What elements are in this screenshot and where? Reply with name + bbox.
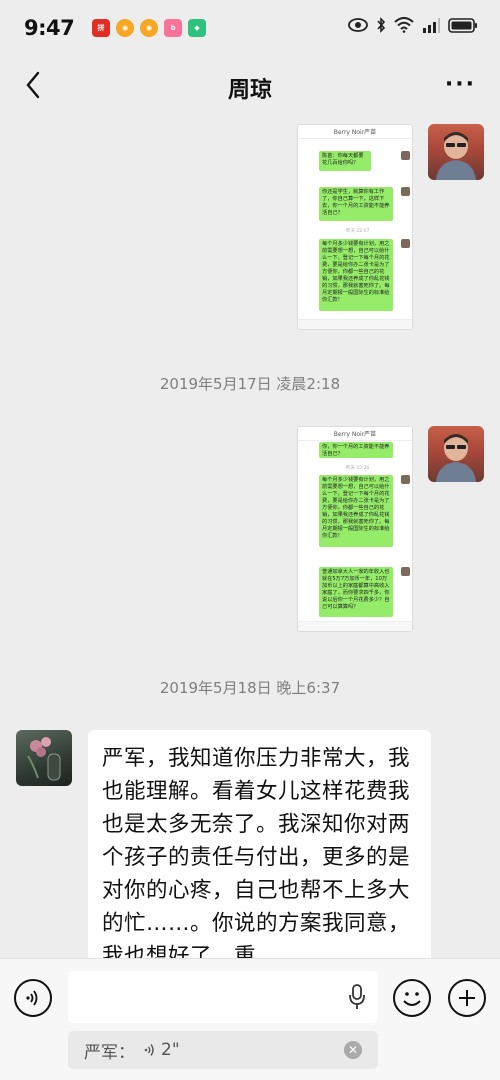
quoted-message[interactable]: 严军： 2" ✕ xyxy=(68,1031,378,1069)
smiley-icon xyxy=(403,992,421,1006)
message-input[interactable] xyxy=(68,971,378,1023)
emoji-button[interactable] xyxy=(393,979,431,1017)
screenshot-input-bar xyxy=(298,319,412,329)
quote-duration: 2" xyxy=(161,1040,180,1060)
person-photo xyxy=(436,434,476,482)
plus-icon xyxy=(459,990,475,1006)
system-status-icons xyxy=(348,17,478,33)
more-options-button[interactable]: ··· xyxy=(445,72,476,97)
avatar-self[interactable] xyxy=(428,124,484,180)
mini-avatar xyxy=(401,239,410,248)
image-message-screenshot-1[interactable]: Berry Noir严苗 陈苗：你每天都要花几百给你吗？ 你还是学生，就算你有工… xyxy=(297,124,413,330)
flowers-photo xyxy=(27,737,61,781)
status-bar: 9:47 拼 ◉ ◉ b ◆ xyxy=(0,0,500,58)
mini-avatar xyxy=(401,475,410,484)
screenshot-bubble: 每个月多少钱要有计划，用之前需要想一想，自己可以给什么一下，登记一下每个月的花费… xyxy=(319,239,393,311)
mini-avatar xyxy=(401,187,410,196)
green-app-icon: ◆ xyxy=(188,19,206,37)
voice-wave-icon xyxy=(143,1043,157,1057)
battery-icon xyxy=(448,17,478,33)
eye-icon xyxy=(348,18,368,32)
screenshot-time: 昨天 22:07 xyxy=(346,229,370,234)
message-text: 严军，我知道你压力非常大，我也能理解。看着女儿这样花费我也是太多无奈了。我深知你… xyxy=(102,746,411,969)
mini-avatar xyxy=(401,151,410,160)
screenshot-bubble: 你，你一个月的工资能不能养活自己？ xyxy=(319,442,393,458)
more-functions-button[interactable] xyxy=(448,979,486,1017)
bluetooth-icon xyxy=(376,17,386,33)
chat-title: 周琼 xyxy=(227,78,272,103)
screenshot-input-bar xyxy=(298,621,412,631)
screenshot-bubble: 你还是学生，就算你有工作了，你自己算一下，这样下去，你一个月的工资能不能养活自己… xyxy=(319,187,393,221)
input-bar: 严军： 2" ✕ xyxy=(0,958,500,1080)
notification-app-icons: 拼 ◉ ◉ b ◆ xyxy=(92,19,206,37)
person-photo xyxy=(436,132,476,180)
screenshot-bubble: 陈苗：你每天都要花几百给你吗？ xyxy=(319,151,371,171)
signal-icon xyxy=(422,17,440,33)
pinduoduo-app-icon: 拼 xyxy=(92,19,110,37)
text-message-bubble[interactable]: 严军，我知道你压力非常大，我也能理解。看着女儿这样花费我也是太多无奈了。我深知你… xyxy=(88,730,431,970)
screenshot-bubble: 普通加拿大人一家的年收入也就在5万7万加币一年，10万加币以上的家庭都算中高收入… xyxy=(319,567,393,617)
chat-header: 周琼 ··· xyxy=(0,58,500,114)
screenshot-app-title: Berry Noir严苗 xyxy=(298,427,412,441)
screenshot-app-title: Berry Noir严苗 xyxy=(298,125,412,139)
microphone-icon[interactable] xyxy=(348,983,366,1015)
bilibili-app-icon: b xyxy=(164,19,182,37)
clock: 9:47 xyxy=(24,16,75,40)
timestamp: 2019年5月18日 晚上6:37 xyxy=(159,679,341,697)
screenshot-time: 昨天 22:26 xyxy=(346,466,370,471)
avatar-contact[interactable] xyxy=(16,730,72,786)
quote-sender: 严军： xyxy=(84,1042,135,1063)
wifi-icon xyxy=(394,17,414,33)
timestamp: 2019年5月17日 凌晨2:18 xyxy=(159,375,341,393)
voice-input-button[interactable] xyxy=(14,979,52,1017)
image-message-screenshot-2[interactable]: Berry Noir严苗 你，你一个月的工资能不能养活自己？ 昨天 22:26 … xyxy=(297,426,413,632)
avatar-self[interactable] xyxy=(428,426,484,482)
close-icon[interactable]: ✕ xyxy=(344,1041,362,1059)
weibo-app-icon-2: ◉ xyxy=(140,19,158,37)
voice-wave-icon xyxy=(26,990,38,1006)
screenshot-bubble: 每个月多少钱要有计划，用之前需要想一想，自己可以给什么一下，登记一下每个月的花费… xyxy=(319,475,393,547)
weibo-app-icon: ◉ xyxy=(116,19,134,37)
mini-avatar xyxy=(401,567,410,576)
